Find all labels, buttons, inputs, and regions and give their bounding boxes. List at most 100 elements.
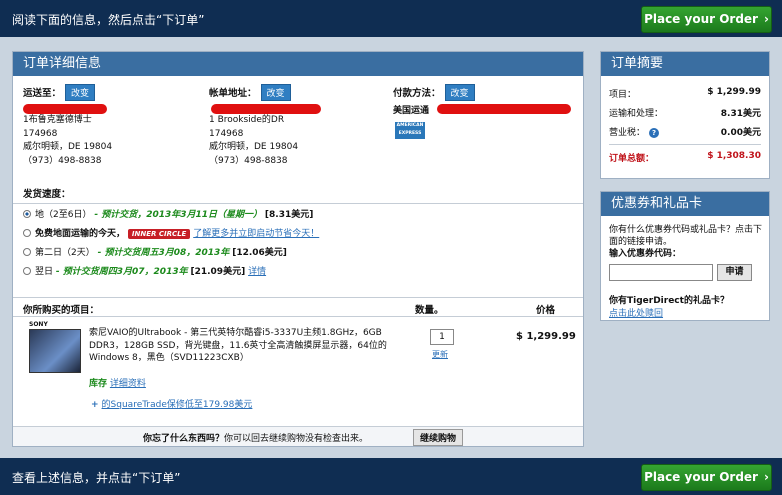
summary-tax-line: 营业税：? 0.00美元: [609, 125, 761, 138]
items-heading: 你所购买的项目：: [23, 305, 100, 316]
billing-column: 帐单地址： 改变: [209, 84, 291, 101]
radio-icon[interactable]: [23, 267, 31, 275]
option-price: [8.31美元]: [264, 210, 314, 220]
delivery-estimate: - 预计交货，2013年3月11日（星期一）: [94, 210, 263, 220]
address-line: （973）498-8838: [23, 155, 102, 166]
laptop-thumbnail[interactable]: [29, 329, 81, 373]
shipping-option-free[interactable]: 免费地面运输的今天， INNER CIRCLE 了解更多并立即启动节省今天！: [23, 226, 319, 239]
summary-label: 营业税：: [609, 128, 646, 138]
summary-total-line: 订单总额： $ 1,308.30: [609, 151, 761, 164]
change-shipping-button[interactable]: 改变: [65, 84, 96, 101]
redaction-mark: [211, 104, 321, 114]
price-heading: 价格: [536, 305, 556, 316]
billing-address: 1 Brookside的DR 174968 威尔明顿，DE 19804 （973…: [209, 114, 298, 168]
coupon-panel: 优惠券和礼品卡 你有什么优惠券代码或礼品卡？点击下面的链接申请。 输入优惠券代码…: [600, 191, 770, 321]
bottom-instruction: 查看上述信息，并点击“下订单”: [12, 471, 181, 485]
warranty-link[interactable]: 的SquareTrade保修低至179.98美元: [102, 400, 253, 410]
top-bar: 阅读下面的信息，然后点击“下订单” Place your Order ›: [0, 0, 782, 37]
coupon-title: 优惠券和礼品卡: [601, 192, 769, 216]
items-header: 你所购买的项目： 数量。 价格: [13, 297, 583, 317]
shipping-heading: 运送至：: [23, 88, 62, 99]
address-line: 174968: [209, 128, 244, 139]
update-link[interactable]: 更新: [432, 349, 448, 360]
redeem-gift-card-link[interactable]: 点击此处赎回: [609, 306, 663, 319]
coupon-input-label: 输入优惠券代码：: [609, 249, 682, 259]
forgot-something-text: 你忘了什么东西吗？你可以回去继续购物没有检查出来。: [143, 431, 368, 444]
shipping-speed-heading: 发货速度：: [23, 189, 71, 200]
place-order-label: Place your Order: [644, 12, 758, 26]
shipping-address: 1布鲁克塞德博士 174968 威尔明顿，DE 19804 （973）498-8…: [23, 114, 112, 168]
warranty-offer[interactable]: + 的SquareTrade保修低至179.98美元: [91, 397, 252, 410]
stock-status: 库存 详细资料: [89, 376, 146, 389]
apply-coupon-button[interactable]: 申请: [717, 264, 752, 281]
address-line: 威尔明顿，DE 19804: [209, 142, 299, 152]
option-label: 翌日: [35, 267, 54, 277]
place-order-button-bottom[interactable]: Place your Order ›: [641, 464, 772, 491]
amex-card-icon: AMERICAN EXPRESS: [395, 122, 425, 139]
in-stock-label: 库存: [89, 379, 108, 389]
cart-item: SONY 索尼VAIO的Ultrabook - 第三代英特尔酷睿i5-3337U…: [13, 317, 583, 429]
plus-icon: +: [91, 400, 99, 410]
shipping-option-next-day[interactable]: 翌日 - 预计交货周四3月07，2013年 [21.09美元] 详情: [23, 264, 266, 277]
summary-value: 0.00美元: [720, 128, 761, 138]
chevron-right-icon: ›: [763, 12, 769, 26]
quantity-input[interactable]: 1: [430, 329, 454, 345]
summary-shipping-line: 运输和处理： 8.31美元: [609, 106, 761, 119]
gift-card-question: 你有TigerDirect的礼品卡？: [609, 296, 729, 306]
total-value: $ 1,308.30: [707, 151, 761, 161]
product-details-link[interactable]: 详细资料: [110, 379, 146, 389]
shipping-speed-section: 发货速度： 地（2至6日） - 预计交货，2013年3月11日（星期一） [8.…: [13, 186, 583, 277]
product-description[interactable]: 索尼VAIO的Ultrabook - 第三代英特尔酷睿i5-3337U主频1.8…: [89, 327, 389, 365]
radio-icon[interactable]: [23, 248, 31, 256]
forgot-bold: 你忘了什么东西吗？: [143, 434, 225, 444]
help-icon[interactable]: ?: [649, 128, 660, 138]
payment-column: 付款方法： 改变: [393, 84, 475, 101]
address-line: 1布鲁克塞德博士: [23, 115, 92, 125]
inner-circle-badge: INNER CIRCLE: [127, 229, 191, 239]
bottom-bar: 查看上述信息，并点击“下订单” Place your Order ›: [0, 458, 782, 495]
address-line: 威尔明顿，DE 19804: [23, 142, 113, 152]
details-link[interactable]: 详情: [248, 267, 266, 277]
coupon-code-input[interactable]: [609, 264, 713, 281]
continue-shopping-row: 你忘了什么东西吗？你可以回去继续购物没有检查出来。 继续购物: [13, 426, 583, 446]
shipping-option-ground[interactable]: 地（2至6日） - 预计交货，2013年3月11日（星期一） [8.31美元]: [23, 207, 313, 220]
summary-value: 8.31美元: [720, 109, 761, 119]
option-price: [21.09美元]: [190, 267, 246, 277]
payment-heading: 付款方法：: [393, 88, 441, 99]
change-payment-button[interactable]: 改变: [444, 84, 475, 101]
redaction-mark: [437, 104, 571, 114]
qty-heading: 数量。: [415, 305, 444, 316]
payment-method: 美国运通: [393, 106, 430, 116]
delivery-estimate: - 预计交货周五3月08，2013年: [97, 248, 230, 258]
learn-more-link[interactable]: 了解更多并立即启动节省今天！: [193, 229, 319, 239]
coupon-description: 你有什么优惠券代码或礼品卡？点击下面的链接申请。: [609, 225, 763, 247]
thumb-brand: SONY: [29, 321, 48, 328]
summary-items-line: 项目： $ 1,299.99: [609, 87, 761, 100]
change-billing-button[interactable]: 改变: [260, 84, 291, 101]
forgot-rest: 你可以回去继续购物没有检查出来。: [224, 434, 369, 444]
total-label: 订单总额：: [609, 154, 655, 164]
top-instruction: 阅读下面的信息，然后点击“下订单”: [12, 13, 205, 27]
address-line: （973）498-8838: [209, 155, 288, 166]
place-order-button-top[interactable]: Place your Order ›: [641, 6, 772, 33]
option-price: [12.06美元]: [232, 248, 287, 258]
place-order-label: Place your Order: [644, 470, 758, 484]
delivery-estimate: - 预计交货周四3月07，2013年: [55, 267, 188, 277]
address-row: 运送至： 改变 1布鲁克塞德博士 174968 威尔明顿，DE 19804 （97…: [13, 76, 583, 204]
order-summary-panel: 订单摘要 项目： $ 1,299.99 运输和处理： 8.31美元 营业税：? 0.0…: [600, 51, 770, 179]
item-price: $ 1,299.99: [516, 331, 576, 342]
radio-selected-icon[interactable]: [23, 210, 31, 218]
address-line: 174968: [23, 128, 58, 139]
option-label: 地（2至6日）: [35, 210, 92, 220]
chevron-right-icon: ›: [763, 470, 769, 484]
coupon-help-text: 你有什么优惠券代码或礼品卡？点击下面的链接申请。 输入优惠券代码：: [609, 224, 765, 260]
option-label: 免费地面运输的今天，: [35, 229, 126, 239]
order-details-panel: 订单详细信息 运送至： 改变 1布鲁克塞德博士 174968 威尔明顿，DE 19…: [12, 51, 584, 447]
radio-icon[interactable]: [23, 229, 31, 237]
address-line: 1 Brookside的DR: [209, 115, 285, 125]
summary-label: 运输和处理：: [609, 109, 664, 119]
billing-heading: 帐单地址：: [209, 88, 257, 99]
continue-shopping-button[interactable]: 继续购物: [413, 429, 464, 446]
shipping-option-second-day[interactable]: 第二日（2天） - 预计交货周五3月08，2013年 [12.06美元]: [23, 245, 287, 258]
summary-value: $ 1,299.99: [707, 87, 761, 97]
